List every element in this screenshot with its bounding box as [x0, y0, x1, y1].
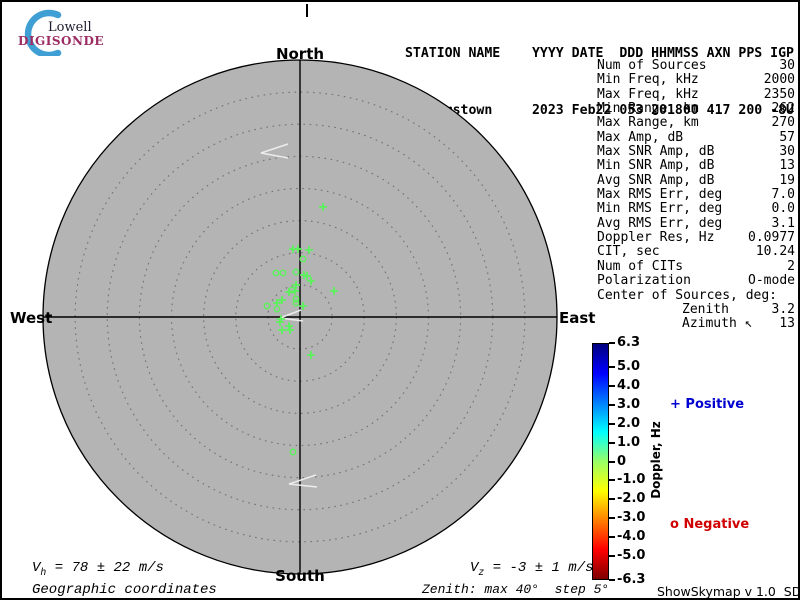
parameter-row: Max Freq, kHz 2350: [597, 86, 795, 102]
parameter-row: Avg SNR Amp, dB 19: [597, 172, 795, 188]
colorbar-tick-mark: [609, 579, 615, 581]
parameter-value: 0.0: [771, 201, 795, 217]
parameter-label: Num of Sources: [597, 58, 707, 73]
legend-positive: + Positive: [670, 397, 745, 412]
parameter-row: Zenith 3.2: [597, 301, 795, 317]
colorbar-tick-mark: [609, 479, 615, 482]
direction-label-west: West: [10, 309, 53, 327]
parameter-value: O-mode: [748, 273, 795, 289]
direction-label-north: North: [275, 45, 325, 63]
direction-label-east: East: [559, 309, 596, 327]
colorbar-tick-label: 4.0: [617, 378, 641, 394]
parameter-label: CIT, sec: [597, 244, 660, 260]
parameter-row: Azimuth ↖ 13: [597, 316, 795, 332]
colorbar-tick-mark: [609, 516, 615, 519]
colorbar-tick-mark: [609, 342, 615, 344]
parameter-value: 0.0977: [748, 230, 795, 246]
parameter-value: 19: [779, 172, 795, 188]
legend-negative: o Negative: [670, 517, 750, 532]
zenith-step-note: Zenith: max 40° step 5°: [422, 582, 610, 597]
colorbar-tick-mark: [609, 422, 615, 425]
parameter-label: Azimuth ↖: [682, 316, 753, 332]
parameter-label: Avg RMS Err, deg: [597, 215, 723, 231]
parameter-value: 13: [779, 316, 795, 332]
colorbar-tick-mark: [609, 385, 615, 388]
parameter-value: 3.1: [771, 215, 795, 231]
colorbar-tick-mark: [609, 441, 615, 444]
parameter-list: Num of Sources 30 Min Freq, kHz 2000 Max Fre…: [597, 58, 795, 332]
parameter-value: 2: [787, 258, 795, 274]
parameter-label: Num of CITs: [597, 258, 684, 274]
parameter-label: Min SNR Amp, dB: [597, 158, 715, 174]
parameter-label: Center of Sources, deg:: [597, 287, 778, 303]
colorbar-tick-mark: [609, 366, 615, 369]
parameter-row: Min Freq, kHz 2000: [597, 72, 795, 88]
parameter-label: Min Freq, kHz: [597, 72, 699, 88]
parameter-label: Zenith: [682, 301, 729, 317]
horizontal-velocity-value: Vh = 78 ± 22 m/s: [32, 560, 164, 578]
parameter-label: Avg SNR Amp, dB: [597, 172, 715, 188]
parameter-row: Max Range, km 270: [597, 115, 795, 131]
parameter-label: Max Freq, kHz: [597, 86, 699, 102]
colorbar-tick-label: 3.0: [617, 397, 641, 413]
colorbar-tick-label: -5.0: [617, 547, 646, 563]
parameter-row: Min Range, km 262: [597, 101, 795, 117]
skymap-window: Lowell DIGISONDE STATION NAME YYYY DATE …: [0, 0, 800, 600]
colorbar-tick-label: 6.3: [617, 335, 641, 350]
parameter-value: 10.24: [755, 244, 795, 260]
parameter-row: Max RMS Err, deg 7.0: [597, 187, 795, 203]
parameter-value: 270: [771, 115, 795, 131]
parameter-row: Max SNR Amp, dB 30: [597, 144, 795, 160]
parameter-label: Min RMS Err, deg: [597, 201, 723, 217]
parameter-row: Doppler Res, Hz 0.0977: [597, 230, 795, 246]
colorbar-tick-label: -1.0: [617, 472, 646, 488]
doppler-colorbar: [592, 343, 609, 580]
parameter-value: 57: [779, 129, 795, 145]
parameter-row: Avg RMS Err, deg 3.1: [597, 215, 795, 231]
software-version: ShowSkymap v 1.0 SD v 5.1: [657, 584, 800, 599]
parameter-label: Min Range, km: [597, 101, 699, 117]
colorbar-tick-mark: [609, 554, 615, 557]
parameter-value: 7.0: [771, 187, 795, 203]
parameter-row: Center of Sources, deg:: [597, 287, 795, 303]
parameter-row: CIT, sec 10.24: [597, 244, 795, 260]
colorbar-tick-mark: [609, 404, 615, 407]
parameter-value: 13: [779, 158, 795, 174]
coordinates-note: Geographic coordinates: [32, 582, 217, 598]
parameter-value: 30: [779, 58, 795, 73]
parameter-row: Min RMS Err, deg 0.0: [597, 201, 795, 217]
parameter-value: 262: [771, 101, 795, 117]
colorbar-tick-mark: [609, 460, 615, 463]
parameter-value: 3.2: [771, 301, 795, 317]
parameter-row: Num of CITs 2: [597, 258, 795, 274]
parameter-label: Max Range, km: [597, 115, 699, 131]
colorbar-tick-label: 2.0: [617, 415, 641, 431]
colorbar-tick-label: -3.0: [617, 509, 646, 525]
parameter-value: 30: [779, 144, 795, 160]
direction-label-south: South: [275, 567, 325, 585]
vertical-velocity-value: Vz = -3 ± 1 m/s: [470, 560, 594, 578]
colorbar-tick-label: -6.3: [617, 572, 646, 587]
parameter-value: 2350: [763, 86, 795, 102]
parameter-label: Polarization: [597, 273, 691, 289]
parameter-row: Polarization O-mode: [597, 273, 795, 289]
parameter-label: Doppler Res, Hz: [597, 230, 715, 246]
colorbar-tick-mark: [609, 498, 615, 501]
parameter-label: Max SNR Amp, dB: [597, 144, 715, 160]
colorbar-tick-label: 0: [617, 453, 627, 469]
colorbar-tick-label: -2.0: [617, 491, 646, 507]
colorbar-tick-mark: [609, 535, 615, 538]
colorbar-axis-label: Doppler, Hz: [649, 421, 663, 499]
parameter-value: 2000: [763, 72, 795, 88]
colorbar-tick-label: -4.0: [617, 528, 646, 544]
colorbar-tick-label: 5.0: [617, 359, 641, 375]
colorbar-tick-label: 1.0: [617, 434, 641, 450]
parameter-row: Num of Sources 30: [597, 58, 795, 73]
parameter-row: Max Amp, dB 57: [597, 129, 795, 145]
parameter-row: Min SNR Amp, dB 13: [597, 158, 795, 174]
parameter-label: Max RMS Err, deg: [597, 187, 723, 203]
parameter-label: Max Amp, dB: [597, 129, 684, 145]
